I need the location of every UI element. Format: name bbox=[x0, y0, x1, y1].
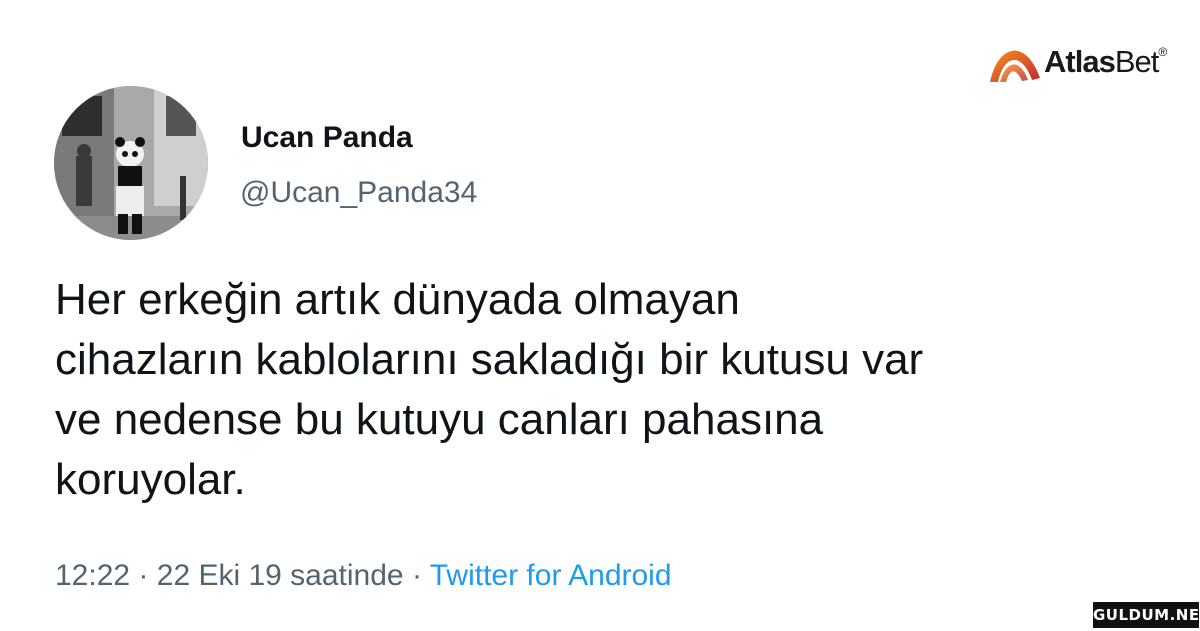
panda-photo-icon bbox=[54, 86, 208, 240]
author-display-name[interactable]: Ucan Panda bbox=[241, 118, 413, 158]
tweet-text-line: ve nedense bu kutuyu canları pahasına bbox=[55, 395, 824, 444]
meta-separator: · bbox=[138, 559, 149, 592]
logo-text-light: Bet bbox=[1114, 44, 1160, 79]
guldum-watermark: GULDUM.NET bbox=[1093, 602, 1200, 628]
atlasbet-wordmark: AtlasBet® bbox=[1044, 44, 1167, 80]
meta-separator: · bbox=[411, 559, 422, 592]
logo-text-bold: Atlas bbox=[1044, 44, 1116, 79]
tweet-text-line: cihazların kablolarını sakladığı bir kut… bbox=[55, 335, 924, 384]
atlasbet-arc-icon bbox=[990, 50, 1040, 82]
tweet-time[interactable]: 12:22 bbox=[55, 559, 130, 592]
tweet-meta: 12:22 · 22 Eki 19 saatinde · Twitter for… bbox=[55, 556, 672, 596]
author-avatar[interactable] bbox=[54, 86, 208, 240]
tweet-source-link[interactable]: Twitter for Android bbox=[430, 559, 672, 592]
tweet-date[interactable]: 22 Eki 19 saatinde bbox=[157, 559, 404, 592]
tweet-text-line: Her erkeğin artık dünyada olmayan bbox=[55, 275, 740, 324]
author-handle[interactable]: @Ucan_Panda34 bbox=[240, 173, 477, 213]
logo-registered-mark: ® bbox=[1158, 45, 1167, 59]
atlasbet-logo: AtlasBet® bbox=[986, 36, 1167, 88]
tweet-text: Her erkeğin artık dünyada olmayan cihazl… bbox=[55, 270, 1145, 510]
tweet-text-line: koruyolar. bbox=[55, 455, 246, 504]
